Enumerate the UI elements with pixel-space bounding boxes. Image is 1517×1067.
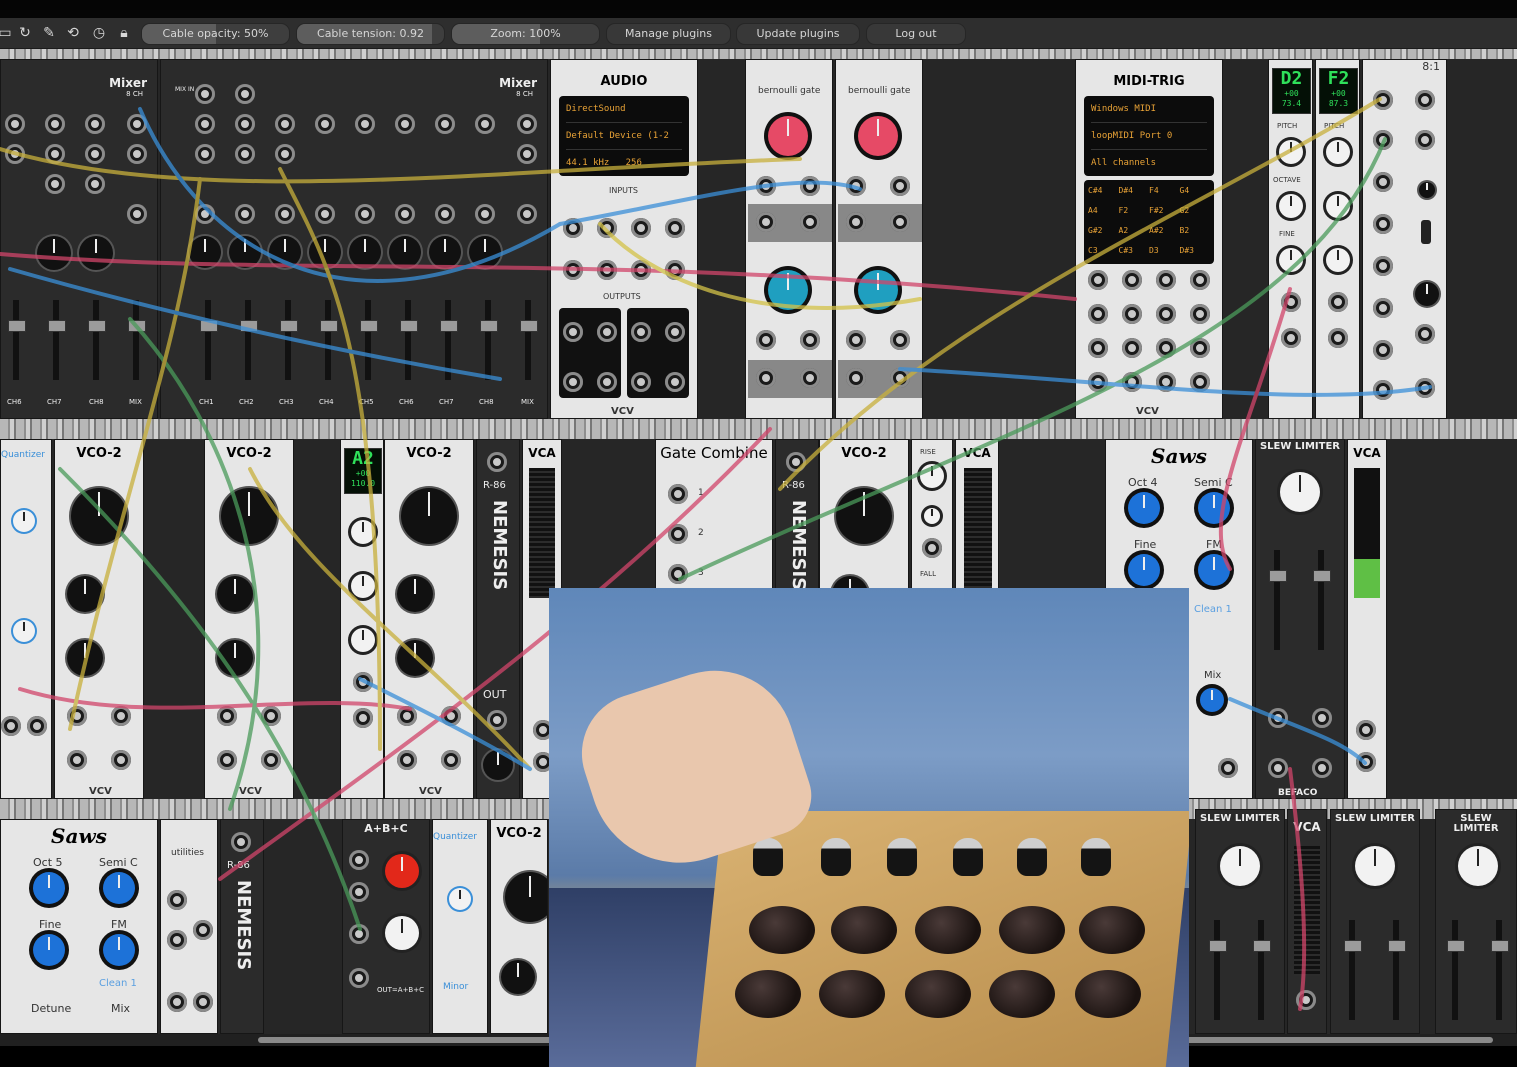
controller-button <box>735 970 801 1018</box>
patch-cable[interactable] <box>558 180 862 226</box>
controller-button <box>915 906 981 954</box>
undo-icon[interactable]: ✎ <box>40 24 58 42</box>
controller-knob <box>887 838 917 876</box>
patch-cable[interactable] <box>1288 767 1307 1011</box>
controller-knob <box>1017 838 1047 876</box>
patch-cable[interactable] <box>0 147 802 184</box>
new-patch-icon[interactable]: ▭ <box>0 24 14 42</box>
controller-button <box>999 906 1065 954</box>
controller-button <box>749 906 815 954</box>
controller-button <box>1079 906 1145 954</box>
controller-knob <box>1081 838 1111 876</box>
reload-icon[interactable]: ↻ <box>16 24 34 42</box>
controller-knob <box>821 838 851 876</box>
window-title-bar <box>0 0 1517 18</box>
patch-cable[interactable] <box>58 467 362 931</box>
controller-button <box>819 970 885 1018</box>
controller-button <box>905 970 971 1018</box>
controller-button <box>831 906 897 954</box>
manage-plugins-button[interactable]: Manage plugins <box>606 23 731 45</box>
log-out-button[interactable]: Log out <box>866 23 966 45</box>
controller-knob <box>753 838 783 876</box>
controller-button <box>989 970 1055 1018</box>
redo-icon[interactable]: ⟲ <box>64 24 82 42</box>
cable-tension-slider[interactable]: Cable tension: 0.92 <box>296 23 445 45</box>
patch-cable[interactable] <box>138 107 562 283</box>
patch-cable[interactable] <box>1228 697 1367 765</box>
cable-opacity-slider[interactable]: Cable opacity: 50% <box>141 23 290 45</box>
controller-button <box>1075 970 1141 1018</box>
patch-cable[interactable] <box>898 367 1432 397</box>
patch-cable[interactable] <box>678 137 1387 581</box>
lock-icon[interactable]: 🔒︎ <box>115 24 133 42</box>
webcam-overlay <box>549 588 1189 1067</box>
history-icon[interactable]: ◷ <box>90 24 108 42</box>
patch-cable[interactable] <box>8 267 502 381</box>
patch-cable[interactable] <box>598 222 922 311</box>
controller-knob <box>953 838 983 876</box>
patch-cable[interactable] <box>248 467 532 771</box>
zoom-slider[interactable]: Zoom: 100% <box>451 23 600 45</box>
patch-cable[interactable] <box>0 252 1077 301</box>
patch-cable[interactable] <box>1218 287 1292 571</box>
toolbar: ▭ ↻ ✎ ⟲ ◷ 🔒︎ Cable opacity: 50% Cable te… <box>0 18 1517 49</box>
update-plugins-button[interactable]: Update plugins <box>736 23 860 45</box>
patch-cable[interactable] <box>278 167 382 751</box>
patch-cable[interactable] <box>358 677 532 771</box>
